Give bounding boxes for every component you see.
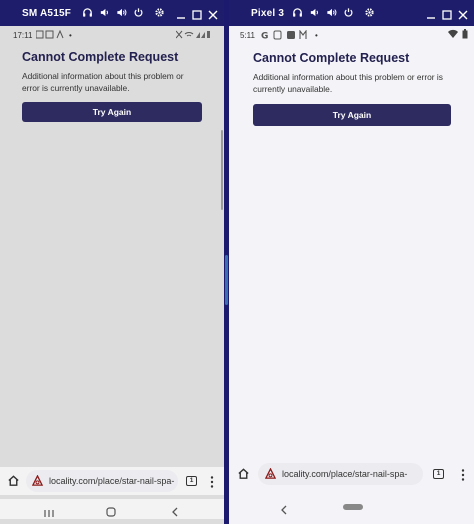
try-again-button[interactable]: Try Again bbox=[22, 102, 202, 122]
battery-icon bbox=[462, 29, 468, 41]
volume-down-icon[interactable] bbox=[99, 7, 110, 18]
status-dot: • bbox=[69, 30, 72, 40]
power-icon[interactable] bbox=[133, 7, 144, 18]
tabs-icon[interactable]: 1 bbox=[433, 469, 444, 479]
power-icon[interactable] bbox=[343, 7, 354, 18]
volume-up-icon[interactable] bbox=[326, 7, 337, 18]
device-controls bbox=[82, 7, 165, 18]
recents-icon[interactable] bbox=[44, 505, 54, 523]
maximize-icon[interactable] bbox=[442, 7, 452, 25]
try-again-button[interactable]: Try Again bbox=[253, 104, 451, 126]
error-content: Cannot Complete Request Additional infor… bbox=[22, 50, 202, 122]
status-time: 5:11 bbox=[240, 30, 255, 40]
window-title: Pixel 3 bbox=[251, 8, 285, 19]
headphones-icon[interactable] bbox=[82, 7, 93, 18]
error-description: Additional information about this proble… bbox=[253, 72, 443, 94]
volume-up-icon[interactable] bbox=[116, 7, 127, 18]
back-icon[interactable] bbox=[280, 502, 288, 520]
window-titlebar: Pixel 3 bbox=[229, 0, 474, 26]
site-favicon-icon bbox=[31, 473, 44, 488]
notification-icons: G bbox=[261, 29, 311, 42]
url-text: locality.com/place/star-nail-spa- bbox=[282, 469, 408, 479]
maximize-icon[interactable] bbox=[192, 7, 202, 25]
device-controls bbox=[292, 7, 375, 18]
android-nav-bar bbox=[229, 498, 474, 518]
error-heading: Cannot Complete Request bbox=[22, 50, 179, 64]
home-icon[interactable] bbox=[7, 474, 20, 492]
home-gesture-pill[interactable] bbox=[343, 504, 363, 510]
split-divider-handle[interactable] bbox=[225, 255, 228, 305]
address-bar[interactable]: locality.com/place/star-nail-spa- bbox=[26, 470, 178, 492]
notification-icons bbox=[35, 29, 66, 41]
window-titlebar: SM A515F bbox=[0, 0, 224, 26]
wifi-icon bbox=[175, 30, 210, 41]
home-nav-icon[interactable] bbox=[106, 504, 116, 522]
android-status-bar: 5:11 G • bbox=[229, 27, 474, 43]
window-title: SM A515F bbox=[22, 8, 72, 19]
gear-icon[interactable] bbox=[154, 7, 165, 18]
window-controls bbox=[176, 7, 218, 25]
close-icon[interactable] bbox=[458, 7, 468, 25]
minimize-icon[interactable] bbox=[426, 7, 436, 25]
status-time: 17:11 bbox=[13, 30, 33, 40]
home-icon[interactable] bbox=[237, 467, 250, 485]
error-content: Cannot Complete Request Additional infor… bbox=[253, 51, 459, 126]
android-nav-bar bbox=[0, 499, 224, 519]
app-root: SM A515F 17:11 • Cannot Complete Request… bbox=[0, 0, 474, 524]
minimize-icon[interactable] bbox=[176, 7, 186, 25]
device-pane-pixel-3: Pixel 3 5:11 G • Cannot Complete Request… bbox=[229, 0, 474, 524]
device-pane-sm-a515f: SM A515F 17:11 • Cannot Complete Request… bbox=[0, 0, 224, 524]
back-icon[interactable] bbox=[171, 504, 179, 522]
wifi-icon bbox=[448, 29, 458, 40]
site-favicon-icon bbox=[264, 466, 277, 481]
error-heading: Cannot Complete Request bbox=[253, 51, 410, 65]
url-text: locality.com/place/star-nail-spa- bbox=[49, 476, 175, 486]
headphones-icon[interactable] bbox=[292, 7, 303, 18]
browser-bottom-toolbar: locality.com/place/star-nail-spa- 1 bbox=[229, 460, 474, 488]
address-bar[interactable]: locality.com/place/star-nail-spa- bbox=[258, 463, 423, 485]
status-dot: • bbox=[315, 30, 318, 40]
volume-down-icon[interactable] bbox=[309, 7, 320, 18]
browser-bottom-toolbar: locality.com/place/star-nail-spa- 1 bbox=[0, 467, 224, 495]
gear-icon[interactable] bbox=[364, 7, 375, 18]
android-status-bar: 17:11 • bbox=[0, 27, 224, 43]
window-controls bbox=[426, 7, 468, 25]
svg-text:G: G bbox=[261, 32, 268, 41]
menu-icon[interactable] bbox=[210, 475, 214, 493]
tabs-icon[interactable]: 1 bbox=[186, 476, 197, 486]
close-icon[interactable] bbox=[208, 7, 218, 25]
error-description: Additional information about this proble… bbox=[22, 71, 184, 93]
menu-icon[interactable] bbox=[461, 468, 465, 486]
scrollbar-thumb[interactable] bbox=[221, 130, 223, 210]
